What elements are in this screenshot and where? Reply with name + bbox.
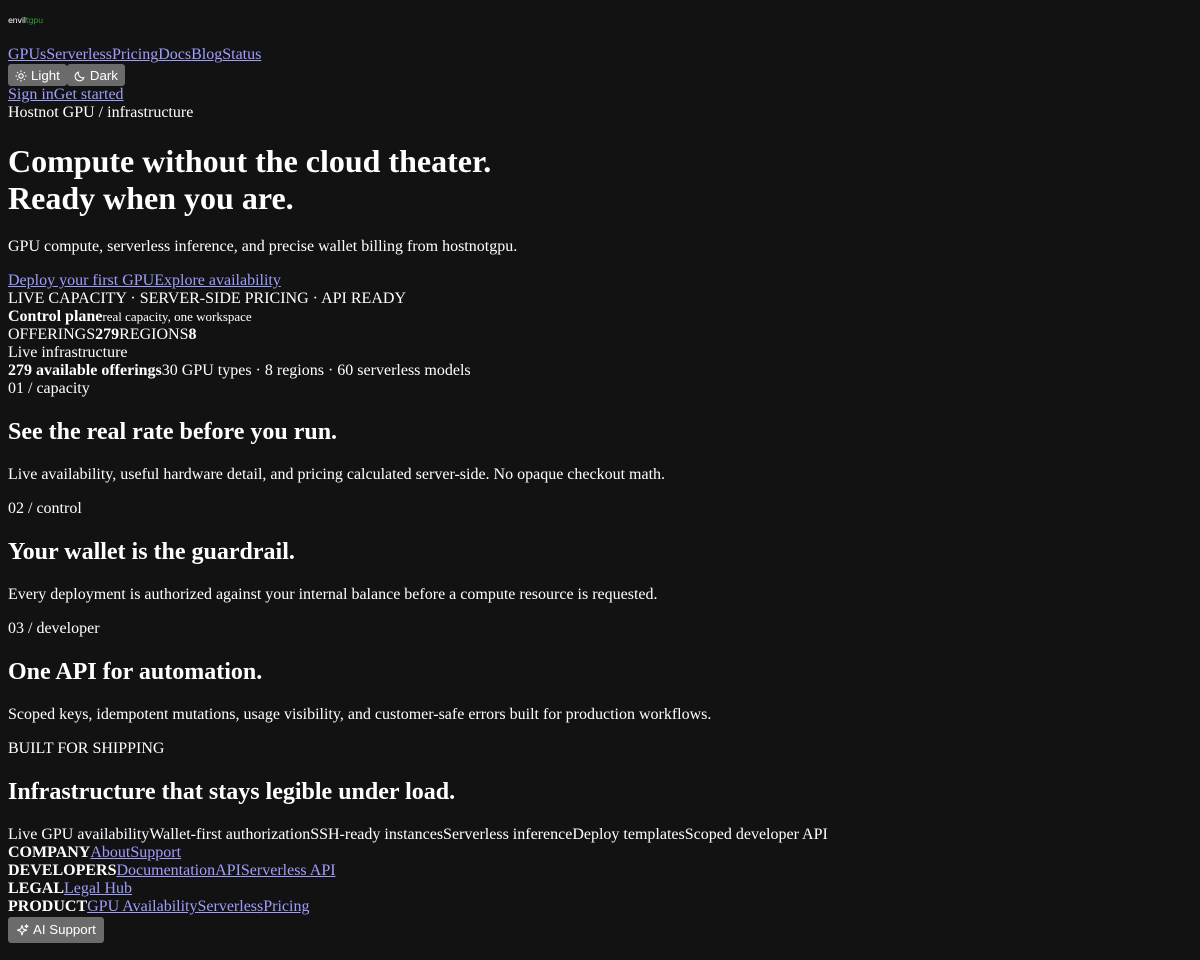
footer-link-serverless-api[interactable]: Serverless API: [241, 862, 336, 880]
list-item: Deploy templates: [572, 826, 685, 843]
availability-summary: 279 available offerings 30 GPU types · 8 …: [8, 362, 1192, 380]
nav-link-docs[interactable]: Docs: [158, 46, 191, 64]
hero-tagline: LIVE CAPACITY · SERVER-SIDE PRICING · AP…: [8, 290, 406, 307]
available-offerings: 279 available offerings: [8, 362, 162, 379]
footer-link-support[interactable]: Support: [130, 844, 181, 862]
sign-in-link[interactable]: Sign in: [8, 86, 54, 104]
list-item: Scoped developer API: [684, 826, 828, 843]
feature-eyebrow-developer: 03 / developer: [8, 620, 100, 637]
theme-light-label: Light: [31, 67, 60, 83]
moon-icon: [74, 70, 86, 82]
list-item: Serverless inference: [443, 826, 573, 843]
footer-heading-product: PRODUCT: [8, 898, 88, 915]
feature-body-developer: Scoped keys, idempotent mutations, usage…: [8, 706, 712, 723]
footer-heading-company: COMPANY: [8, 844, 91, 861]
footer-heading-legal: LEGAL: [8, 880, 65, 897]
shipping-feature-list: Live GPU availability Wallet-first author…: [8, 826, 1192, 844]
theme-toggle: Light Dark: [8, 64, 1192, 86]
footer-link-legal-hub[interactable]: Legal Hub: [64, 880, 132, 898]
theme-dark-label: Dark: [89, 67, 118, 83]
feature-title-capacity: See the real rate before you run.: [8, 419, 338, 445]
list-item: Wallet-first authorization: [149, 826, 311, 843]
footer-link-about[interactable]: About: [90, 844, 130, 862]
footer-link-gpu-availability[interactable]: GPU Availability: [87, 898, 197, 916]
site-logo[interactable]: enviltgpu: [8, 10, 1192, 32]
hero-subtitle: GPU compute, serverless inference, and p…: [8, 238, 518, 255]
regions-label: REGIONS: [119, 326, 189, 343]
theme-dark-button[interactable]: Dark: [66, 64, 125, 86]
footer-link-documentation[interactable]: Documentation: [116, 862, 215, 880]
hero-title-line-1: Compute without the cloud theater.: [8, 143, 492, 179]
control-plane-header: Control plane real capacity, one workspac…: [8, 308, 1192, 326]
control-plane-stats: OFFERINGS 279 REGIONS 8: [8, 326, 1192, 344]
inventory-summary: 30 GPU types · 8 regions · 60 serverless…: [161, 362, 471, 379]
hero-title: Compute without the cloud theater. Ready…: [8, 143, 1192, 217]
list-item: Live GPU availability: [8, 826, 150, 843]
feature-body-capacity: Live availability, useful hardware detai…: [8, 466, 666, 483]
site-footer: COMPANY About Support DEVELOPERS Documentat…: [8, 844, 1192, 916]
feature-title-control: Your wallet is the guardrail.: [8, 539, 295, 565]
footer-link-pricing[interactable]: Pricing: [263, 898, 309, 916]
get-started-link[interactable]: Get started: [54, 86, 124, 104]
nav-link-pricing[interactable]: Pricing: [112, 46, 158, 64]
control-plane-label: Control plane: [8, 308, 103, 325]
primary-nav: GPUs Serverless Pricing Docs Blog Status: [8, 46, 1192, 64]
nav-link-blog[interactable]: Blog: [191, 46, 222, 64]
explore-availability-link[interactable]: Explore availability: [154, 272, 281, 290]
footer-developers: DEVELOPERS Documentation API Serverless API: [8, 862, 1192, 880]
feature-body-control: Every deployment is authorized against y…: [8, 586, 658, 603]
offerings-value: 279: [95, 326, 120, 343]
shipping-eyebrow: BUILT FOR SHIPPING: [8, 740, 165, 757]
feature-eyebrow-capacity: 01 / capacity: [8, 380, 90, 397]
ai-support-label: AI Support: [33, 922, 96, 937]
shipping-title: Infrastructure that stays legible under …: [8, 779, 456, 805]
feature-title-developer: One API for automation.: [8, 659, 263, 685]
list-item: SSH-ready instances: [310, 826, 444, 843]
live-infrastructure-label: Live infrastructure: [8, 344, 128, 361]
footer-link-api[interactable]: API: [215, 862, 241, 880]
footer-link-serverless[interactable]: Serverless: [197, 898, 263, 916]
hero-ctas: Deploy your first GPU Explore availabili…: [8, 272, 1192, 290]
nav-link-serverless[interactable]: Serverless: [46, 46, 112, 64]
footer-product: PRODUCT GPU Availability Serverless Pricing: [8, 898, 1192, 916]
theme-light-button[interactable]: Light: [8, 64, 67, 86]
regions-value: 8: [188, 326, 197, 343]
auth-links: Sign in Get started: [8, 86, 1192, 104]
breadcrumb: Hostnot GPU / infrastructure: [8, 104, 194, 121]
sun-icon: [15, 70, 27, 82]
nav-link-status[interactable]: Status: [222, 46, 261, 64]
deploy-first-gpu-link[interactable]: Deploy your first GPU: [8, 272, 154, 290]
control-plane-desc: real capacity, one workspace: [102, 309, 252, 324]
offerings-label: OFFERINGS: [8, 326, 96, 343]
sparkle-icon: [16, 923, 29, 937]
footer-company: COMPANY About Support: [8, 844, 1192, 862]
footer-legal: LEGAL Legal Hub: [8, 880, 1192, 898]
page: enviltgpu GPUs Serverless Pricing Docs B…: [0, 0, 1200, 960]
feature-eyebrow-control: 02 / control: [8, 500, 82, 517]
footer-heading-developers: DEVELOPERS: [8, 862, 117, 879]
logo-wordmark: enviltgpu: [8, 16, 43, 25]
hero-title-line-2: Ready when you are.: [8, 180, 294, 216]
ai-support-button[interactable]: AI Support: [8, 917, 104, 943]
nav-link-gpus[interactable]: GPUs: [8, 46, 46, 64]
